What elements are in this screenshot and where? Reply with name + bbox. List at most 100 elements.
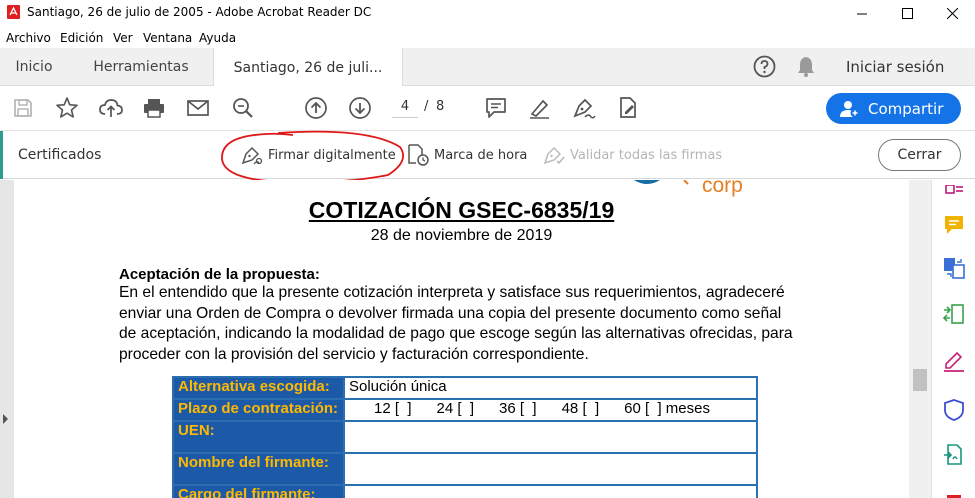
compare-files-tool[interactable] — [942, 256, 966, 280]
acrobat-icon — [7, 5, 20, 19]
form-value — [343, 420, 758, 454]
upload-cloud-button[interactable] — [98, 95, 124, 121]
bookmark-star-button[interactable] — [54, 95, 80, 121]
menu-ayuda[interactable]: Ayuda — [199, 31, 236, 45]
sign-button[interactable] — [571, 95, 597, 121]
page-number-input[interactable] — [392, 96, 418, 118]
main-toolbar: / 8 — [0, 86, 975, 131]
envelope-icon — [187, 100, 209, 116]
compare-icon — [944, 258, 965, 279]
shield-icon — [944, 399, 964, 421]
body-line: enviar una Orden de Compra o devolver fi… — [119, 304, 782, 322]
menu-ver[interactable]: Ver — [113, 31, 133, 45]
signin-link[interactable]: Iniciar sesión — [846, 58, 944, 76]
tab-bar: Inicio Herramientas Santiago, 26 de juli… — [0, 48, 975, 87]
save-button[interactable] — [10, 95, 36, 121]
timestamp-label: Marca de hora — [434, 147, 528, 163]
fill-sign-tool[interactable] — [942, 348, 966, 372]
close-tool-button[interactable]: Cerrar — [878, 139, 961, 171]
document-send-icon — [944, 444, 962, 465]
highlighter-pen-icon — [530, 99, 549, 119]
pen-pink-icon — [944, 351, 964, 372]
sign-digitally-button[interactable]: Firmar digitalmente — [240, 143, 396, 167]
document-date: 28 de noviembre de 2019 — [370, 227, 553, 244]
arrow-down-circle-icon — [349, 97, 371, 119]
add-person-icon — [840, 100, 860, 118]
table-row: Cargo del firmante: — [172, 484, 758, 498]
print-button[interactable] — [141, 95, 167, 121]
search-button[interactable] — [230, 95, 256, 121]
pen-sign-icon — [241, 146, 263, 165]
body-line: En el entendido que la presente cotizaci… — [119, 284, 785, 301]
validate-all-label: Validar todas las firmas — [570, 147, 723, 163]
document-title: COTIZACIÓN GSEC-6835/19 — [308, 197, 615, 223]
more-tools-partial[interactable] — [942, 485, 966, 498]
company-logo-text: corp — [702, 180, 743, 197]
comment-button[interactable] — [483, 95, 509, 121]
help-icon[interactable] — [753, 55, 776, 78]
notification-bell-icon[interactable] — [795, 55, 817, 78]
send-for-signature-tool[interactable] — [942, 443, 966, 467]
sign-digitally-label: Firmar digitalmente — [268, 147, 396, 163]
share-label: Compartir — [868, 99, 944, 118]
right-tools-pane — [931, 180, 975, 498]
printer-icon — [144, 99, 164, 118]
organize-pages-tool[interactable] — [942, 180, 966, 204]
protect-tool[interactable] — [942, 398, 966, 422]
tab-inicio[interactable]: Inicio — [0, 48, 68, 86]
form-value: Solución única — [343, 376, 758, 400]
company-logo-icon — [634, 180, 689, 185]
next-page-button[interactable] — [347, 95, 373, 121]
form-value: 12 [ ] 24 [ ] 36 [ ] 48 [ ] 60 [ ] meses — [343, 398, 758, 422]
left-panel-toggle[interactable] — [0, 180, 14, 498]
save-icon — [14, 99, 32, 117]
certificates-toolbar: Certificados Firmar digitalmente Marca d… — [0, 131, 975, 179]
scrollbar-thumb[interactable] — [913, 369, 927, 391]
form-label: Alternativa escogida: — [172, 376, 345, 400]
minimize-icon — [856, 13, 867, 14]
table-row: UEN: — [172, 420, 758, 454]
section-title: Aceptación de la propuesta: — [119, 266, 320, 283]
title-bar: Santiago, 26 de julio de 2005 - Adobe Ac… — [0, 0, 975, 26]
fountain-pen-icon — [573, 98, 596, 119]
maximize-button[interactable] — [884, 0, 930, 26]
highlight-button[interactable] — [527, 95, 553, 121]
menu-archivo[interactable]: Archivo — [6, 31, 51, 45]
validate-all-signatures-button[interactable]: Validar todas las firmas — [542, 143, 722, 167]
certificates-title: Certificados — [18, 147, 102, 163]
page-total: 8 — [436, 99, 445, 114]
pen-check-icon — [543, 146, 565, 165]
tab-document[interactable]: Santiago, 26 de juli... — [213, 48, 403, 87]
pdf-page: corp COTIZACIÓN GSEC-6835/19 28 de novie… — [14, 180, 909, 498]
document-viewer[interactable]: corp COTIZACIÓN GSEC-6835/19 28 de novie… — [0, 180, 931, 498]
menu-bar: Archivo Edición Ver Ventana Ayuda — [0, 27, 975, 48]
form-label: Plazo de contratación: — [172, 398, 345, 422]
form-label: UEN: — [172, 420, 345, 454]
form-value — [343, 452, 758, 486]
fill-sign-button[interactable] — [615, 95, 641, 121]
form-label: Nombre del firmante: — [172, 452, 345, 486]
menu-edicion[interactable]: Edición — [60, 31, 103, 45]
organize-tool[interactable] — [942, 302, 966, 326]
comment-tool[interactable] — [942, 213, 966, 237]
comment-yellow-icon — [945, 216, 963, 234]
previous-page-button[interactable] — [303, 95, 329, 121]
form-value — [343, 484, 758, 498]
search-icon — [233, 98, 253, 118]
share-button[interactable]: Compartir — [826, 93, 961, 124]
vertical-scrollbar[interactable] — [909, 180, 931, 498]
email-button[interactable] — [185, 95, 211, 121]
table-row: Alternativa escogida: Solución única — [172, 376, 758, 400]
star-icon — [56, 97, 78, 118]
tool-accent-bar — [0, 131, 3, 179]
page-separator: / — [424, 99, 429, 114]
pages-icon — [945, 185, 963, 194]
close-window-button[interactable] — [929, 0, 975, 26]
expand-arrow-icon — [3, 414, 8, 424]
table-row: Plazo de contratación: 12 [ ] 24 [ ] 36 … — [172, 398, 758, 422]
timestamp-button[interactable]: Marca de hora — [406, 143, 527, 167]
document-edit-icon — [620, 97, 636, 118]
menu-ventana[interactable]: Ventana — [143, 31, 192, 45]
tab-herramientas[interactable]: Herramientas — [68, 48, 214, 86]
minimize-button[interactable] — [839, 0, 885, 26]
